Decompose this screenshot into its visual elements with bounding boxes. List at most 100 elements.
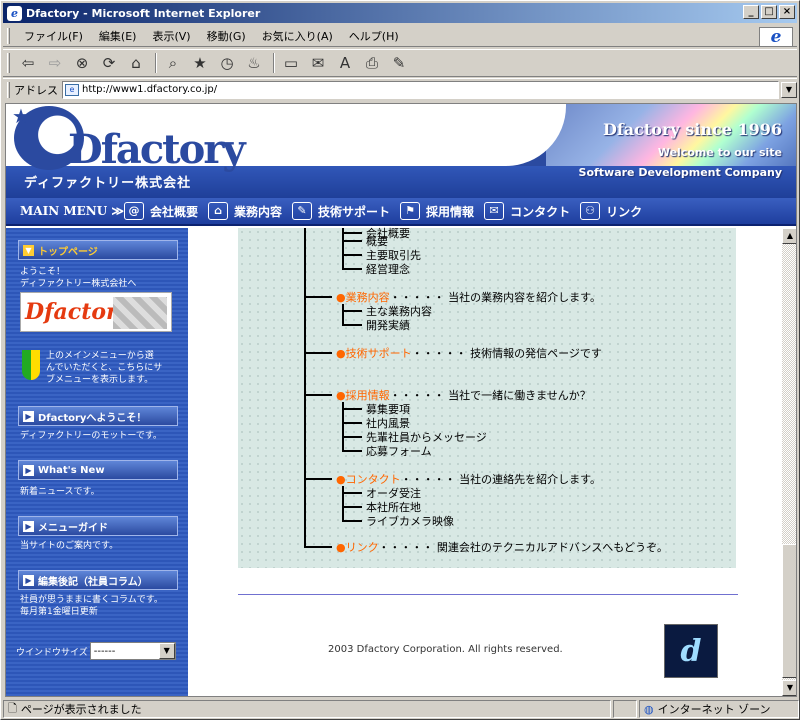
close-button[interactable]: × [779, 5, 795, 19]
scroll-thumb[interactable] [782, 544, 796, 678]
beginner-leaf-icon [22, 350, 40, 380]
menu-business-label: 業務内容 [234, 204, 283, 219]
channels-icon[interactable]: ♨ [242, 52, 266, 74]
link-desc: ・・・・・ 関連会社のテクニカルアドバンスへもどうぞ。 [378, 541, 668, 554]
zone-panel: ◍ インターネット ゾーン [639, 700, 799, 718]
tree-link: ●リンク・・・・・ 関連会社のテクニカルアドバンスへもどうぞ。 [336, 541, 668, 554]
fullscreen-icon[interactable]: ▭ [279, 52, 303, 74]
font-size-icon[interactable]: A [333, 52, 357, 74]
welcome-line-2: ディファクトリー株式会社へ [20, 279, 137, 289]
menu-contact-label: コンタクト [510, 204, 571, 219]
address-input[interactable]: e http://www1.dfactory.co.jp/ [62, 80, 779, 99]
menu-contact[interactable]: ✉ コンタクト [484, 202, 570, 220]
back-icon[interactable]: ⇦ [16, 52, 40, 74]
menu-view[interactable]: 表示(V) [144, 28, 198, 44]
toolbar: ⇦ ⇨ ⊗ ⟳ ⌂ ⌕ ★ ◷ ♨ ▭ ✉ A ⎙ ✎ [3, 49, 797, 77]
link-link[interactable]: リンク [346, 541, 379, 554]
menu-business[interactable]: ⌂ 業務内容 [208, 202, 282, 220]
window-size-select[interactable]: ------ ▼ [89, 642, 176, 660]
home-icon[interactable]: ⌂ [124, 52, 148, 74]
welcome-desc: ディファクトリーのモットーです。 [20, 431, 162, 441]
title-bar: e Dfactory - Microsoft Internet Explorer… [3, 3, 797, 23]
at-icon: @ [124, 202, 144, 220]
menu-edit[interactable]: 編集(E) [91, 28, 145, 44]
sitemap-panel: 会社概要 概要 主要取引先 経営理念 ●業務内容・・・・・ 当社の業務内容を紹介… [238, 227, 736, 568]
arrow-right-icon: ▶ [23, 574, 34, 586]
favorites-icon[interactable]: ★ [188, 52, 212, 74]
globe-icon: ◍ [644, 702, 654, 716]
envelope-icon: ✉ [484, 202, 505, 220]
menu-guide-button[interactable]: ▶ メニューガイド [18, 516, 178, 536]
zone-text: インターネット ゾーン [657, 703, 771, 716]
history-icon[interactable]: ◷ [215, 52, 239, 74]
support-link[interactable]: 技術サポート [346, 347, 412, 360]
site-banner: ★ Dfactory ディファクトリー株式会社 Dfactory since 1… [6, 104, 796, 198]
top-page-button[interactable]: ▼ トップページ [18, 240, 178, 260]
menu-go[interactable]: 移動(G) [199, 28, 254, 44]
sub-live-camera[interactable]: ライブカメラ映像 [366, 513, 454, 529]
menu-support[interactable]: ✎ 技術サポート [292, 202, 390, 220]
mail-icon[interactable]: ✉ [306, 52, 330, 74]
status-text: ページが表示されました [20, 703, 142, 716]
sub-menu-hint-2: んでいただくと、こちらにサ [46, 363, 163, 373]
person-icon: ⚑ [400, 202, 421, 220]
status-text-panel: 🗋 ページが表示されました [3, 700, 611, 718]
arrow-right-icon: ▶ [23, 520, 34, 532]
column-button[interactable]: ▶ 編集後記（社員コラム） [18, 570, 178, 590]
menu-company-label: 会社概要 [150, 204, 199, 219]
whats-new-desc: 新着ニュースです。 [20, 487, 100, 497]
sub-achievements[interactable]: 開発実績 [366, 317, 410, 333]
sub-application-form[interactable]: 応募フォーム [366, 443, 432, 459]
refresh-icon[interactable]: ⟳ [97, 52, 121, 74]
menu-favorites[interactable]: お気に入り(A) [254, 28, 341, 44]
address-dropdown-icon[interactable]: ▼ [781, 81, 797, 98]
dfactory-d-logo: d [664, 624, 718, 678]
tagline-text: Software Development Company [578, 166, 782, 179]
print-icon[interactable]: ⎙ [360, 52, 384, 74]
site-logo[interactable]: Dfactory [68, 126, 246, 173]
chevron-down-icon: ▼ [158, 643, 175, 659]
menu-bar: ファイル(F) 編集(E) 表示(V) 移動(G) お気に入り(A) ヘルプ(H… [3, 25, 797, 47]
page-viewport: ★ Dfactory ディファクトリー株式会社 Dfactory since 1… [5, 103, 797, 697]
sidebar: ▼ トップページ ようこそ！ ディファクトリー株式会社へ Dfactory 上のメ… [6, 228, 188, 696]
search-icon[interactable]: ⌕ [161, 52, 185, 74]
menu-link-label: リンク [606, 204, 643, 219]
address-bar: アドレス e http://www1.dfactory.co.jp/ ▼ [3, 78, 797, 100]
arrow-right-icon: ▶ [23, 464, 34, 476]
window-size-value: ------ [93, 645, 116, 657]
arrow-down-icon: ▼ [23, 244, 34, 256]
forward-icon[interactable]: ⇨ [43, 52, 67, 74]
edit-icon[interactable]: ✎ [387, 52, 411, 74]
menu-link[interactable]: ⚇ リンク [580, 202, 642, 220]
minimize-button[interactable]: _ [743, 5, 759, 19]
menu-help[interactable]: ヘルプ(H) [341, 28, 407, 44]
footer-divider [238, 594, 738, 595]
scroll-down-icon[interactable]: ▼ [782, 680, 796, 696]
whats-new-button[interactable]: ▶ What's New [18, 460, 178, 480]
window-size-label: ウインドウサイズ [16, 647, 88, 658]
welcome-button[interactable]: ▶ Dfactoryへようこそ！ [18, 406, 178, 426]
sub-philosophy[interactable]: 経営理念 [366, 261, 410, 277]
menu-file[interactable]: ファイル(F) [16, 28, 91, 44]
welcome-button-label: Dfactoryへようこそ！ [38, 412, 147, 424]
whats-new-label: What's New [38, 464, 105, 476]
top-page-label: トップページ [38, 246, 98, 258]
support-desc: ・・・・・ 技術情報の発信ページです [411, 347, 602, 360]
menu-guide-label: メニューガイド [38, 522, 108, 534]
main-menu: MAIN MENU ≫ @ 会社概要 ⌂ 業務内容 ✎ 技術サポート ⚑ 採用情報 ✉ コ… [6, 198, 796, 226]
page-icon: 🗋 [8, 701, 17, 715]
column-desc-1: 社員が思うままに書くコラムです。 [20, 595, 163, 605]
maximize-button[interactable]: □ [761, 5, 777, 19]
recruit-desc: ・・・・・ 当社で一緒に働きませんか？ [389, 389, 591, 402]
stop-icon[interactable]: ⊗ [70, 52, 94, 74]
sitemap-tree: 会社概要 概要 主要取引先 経営理念 ●業務内容・・・・・ 当社の業務内容を紹介… [238, 227, 736, 568]
contact-desc: ・・・・・ 当社の連絡先を紹介します。 [400, 473, 602, 486]
menu-guide-desc: 当サイトのご案内です。 [20, 541, 119, 551]
menu-recruit[interactable]: ⚑ 採用情報 [400, 202, 474, 220]
menu-company[interactable]: @ 会社概要 [124, 202, 198, 220]
scroll-up-icon[interactable]: ▲ [782, 228, 796, 244]
logo-star-icon: ★ [12, 104, 30, 128]
ie-throbber-icon: e [759, 27, 793, 47]
vertical-scrollbar[interactable]: ▲ ▼ [782, 228, 796, 696]
page-icon: e [65, 83, 79, 96]
